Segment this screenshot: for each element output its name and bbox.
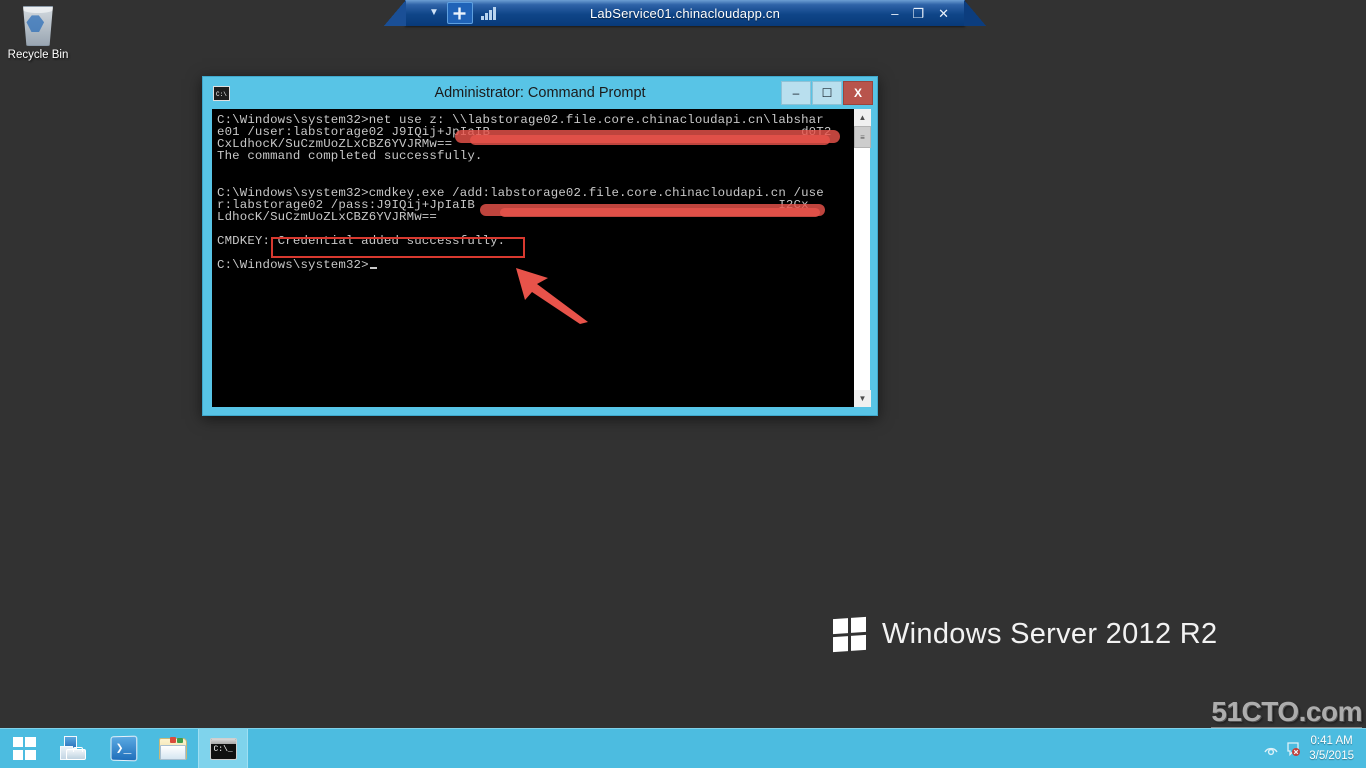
taskbar-item-file-explorer[interactable] <box>148 729 198 768</box>
signal-bars-icon[interactable] <box>475 6 502 20</box>
start-button[interactable] <box>0 729 48 768</box>
pin-icon[interactable] <box>446 2 473 24</box>
console-text: C:\Windows\system32>net use z: \\labstor… <box>217 113 832 273</box>
rdp-restore-button[interactable]: ❐ <box>912 7 924 20</box>
desktop-icon-recycle-bin[interactable]: Recycle Bin <box>4 6 72 62</box>
taskbar-item-powershell[interactable]: ❯_ <box>98 729 148 768</box>
branding-text: Windows Server 2012 R2 <box>882 618 1218 650</box>
command-prompt-window: C:\ Administrator: Command Prompt – ☐ X … <box>202 76 878 416</box>
taskbar-item-command-prompt[interactable]: C:\_ <box>198 729 248 768</box>
console-caret <box>369 267 377 270</box>
windows-flag-icon <box>833 616 866 653</box>
action-center-icon[interactable] <box>1285 741 1301 757</box>
windows-server-branding: Windows Server 2012 R2 <box>833 616 1218 653</box>
scroll-up-arrow[interactable]: ▲ <box>854 109 871 126</box>
console-output-area[interactable]: C:\Windows\system32>net use z: \\labstor… <box>212 109 853 407</box>
console-icon: C:\ <box>213 85 230 101</box>
scroll-down-arrow[interactable]: ▼ <box>854 390 871 407</box>
window-title: Administrator: Command Prompt <box>434 85 646 101</box>
window-maximize-button[interactable]: ☐ <box>812 81 842 105</box>
window-minimize-button[interactable]: – <box>781 81 811 105</box>
command-prompt-body: C:\Windows\system32>net use z: \\labstor… <box>212 109 871 407</box>
watermark-main-text: 51CTO.com <box>1211 696 1362 727</box>
window-close-button[interactable]: X <box>843 81 873 105</box>
windows-start-icon <box>12 737 36 760</box>
chevron-down-icon[interactable]: ▼ <box>423 4 445 22</box>
network-icon[interactable] <box>1263 741 1279 757</box>
recycle-bin-label: Recycle Bin <box>7 49 69 61</box>
rdp-connection-bar: ▼ LabService01.chinacloudapp.cn – ❐ ✕ <box>384 0 986 26</box>
server-manager-icon <box>59 736 87 761</box>
command-prompt-titlebar[interactable]: C:\ Administrator: Command Prompt – ☐ X <box>203 77 877 109</box>
recycle-bin-icon <box>23 6 53 46</box>
powershell-icon: ❯_ <box>110 735 137 762</box>
file-explorer-icon <box>159 736 187 761</box>
clock-time: 0:41 AM <box>1310 734 1353 747</box>
taskbar-item-server-manager[interactable] <box>48 729 98 768</box>
rdp-minimize-button[interactable]: – <box>891 7 898 20</box>
clock-date: 3/5/2015 <box>1309 749 1354 762</box>
scrollbar-thumb[interactable]: ≡ <box>854 126 871 148</box>
taskbar-clock[interactable]: 0:41 AM 3/5/2015 <box>1309 734 1358 764</box>
remote-desktop-screen: ▼ LabService01.chinacloudapp.cn – ❐ ✕ Re… <box>0 0 1366 768</box>
rdp-close-button[interactable]: ✕ <box>938 7 949 20</box>
system-tray: 0:41 AM 3/5/2015 <box>1263 729 1366 768</box>
console-scrollbar[interactable]: ▲ ≡ ▼ <box>853 109 871 407</box>
command-prompt-icon: C:\_ <box>209 737 237 760</box>
taskbar: ❯_ C:\_ 0:41 AM 3/5/2015 <box>0 728 1366 768</box>
